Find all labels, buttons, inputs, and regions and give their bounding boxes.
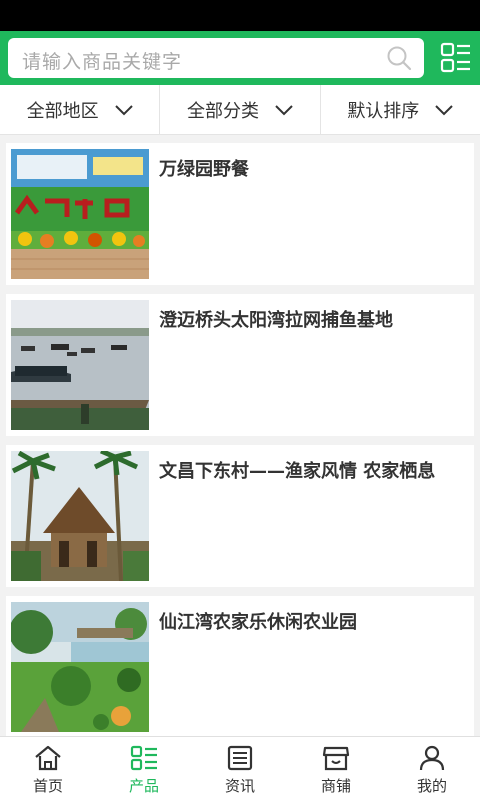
product-title: 文昌下东村——渔家风情 农家栖息 — [159, 461, 436, 482]
search-icon[interactable] — [386, 45, 412, 71]
news-icon — [227, 745, 253, 771]
product-card[interactable]: 万绿园野餐 — [6, 143, 474, 285]
chevron-down-icon — [435, 104, 454, 115]
header: 请输入商品关键字 — [0, 31, 480, 85]
tab-products-label: 产品 — [128, 777, 159, 795]
list-icon — [130, 745, 157, 771]
search-placeholder: 请输入商品关键字 — [22, 51, 183, 73]
filter-region[interactable]: 全部地区 — [0, 85, 161, 134]
product-card[interactable]: 仙江湾农家乐休闲农业园 — [6, 596, 474, 736]
product-card[interactable]: 澄迈桥头太阳湾拉网捕鱼基地 — [6, 294, 474, 436]
tab-mine[interactable]: 我的 — [384, 737, 480, 800]
store-icon — [322, 746, 350, 771]
product-title: 仙江湾农家乐休闲农业园 — [159, 612, 357, 633]
product-title: 万绿园野餐 — [159, 159, 249, 180]
product-image — [11, 300, 149, 430]
product-image — [11, 149, 149, 279]
product-image — [11, 602, 149, 732]
chevron-down-icon — [114, 104, 133, 115]
filter-category[interactable]: 全部分类 — [160, 85, 321, 134]
user-icon — [419, 745, 445, 771]
tab-products[interactable]: 产品 — [96, 737, 192, 800]
product-card[interactable]: 文昌下东村——渔家风情 农家栖息 — [6, 445, 474, 587]
product-image — [11, 451, 149, 581]
bottom-tab-bar: 首页 产品 资讯 商铺 我的 — [0, 736, 480, 800]
filter-bar: 全部地区 全部分类 默认排序 — [0, 85, 480, 135]
tab-mine-label: 我的 — [416, 777, 447, 795]
chevron-down-icon — [275, 104, 293, 115]
product-list: 万绿园野餐 澄迈桥头太阳湾拉网捕鱼基地 文昌下东村——渔家风情 农家栖息 仙江湾… — [0, 140, 480, 736]
search-input[interactable]: 请输入商品关键字 — [8, 38, 424, 78]
filter-category-label: 全部分类 — [186, 100, 259, 122]
category-menu-icon[interactable] — [440, 41, 472, 75]
status-bar — [0, 0, 480, 31]
filter-region-label: 全部地区 — [26, 100, 99, 122]
filter-sort-label: 默认排序 — [347, 100, 420, 122]
tab-home-label: 首页 — [32, 777, 63, 795]
product-title: 澄迈桥头太阳湾拉网捕鱼基地 — [159, 310, 393, 331]
tab-stores[interactable]: 商铺 — [288, 737, 384, 800]
home-icon — [35, 745, 61, 771]
filter-sort[interactable]: 默认排序 — [321, 85, 480, 134]
tab-stores-label: 商铺 — [320, 777, 351, 795]
tab-news-label: 资讯 — [224, 777, 255, 795]
tab-news[interactable]: 资讯 — [192, 737, 288, 800]
tab-home[interactable]: 首页 — [0, 737, 96, 800]
